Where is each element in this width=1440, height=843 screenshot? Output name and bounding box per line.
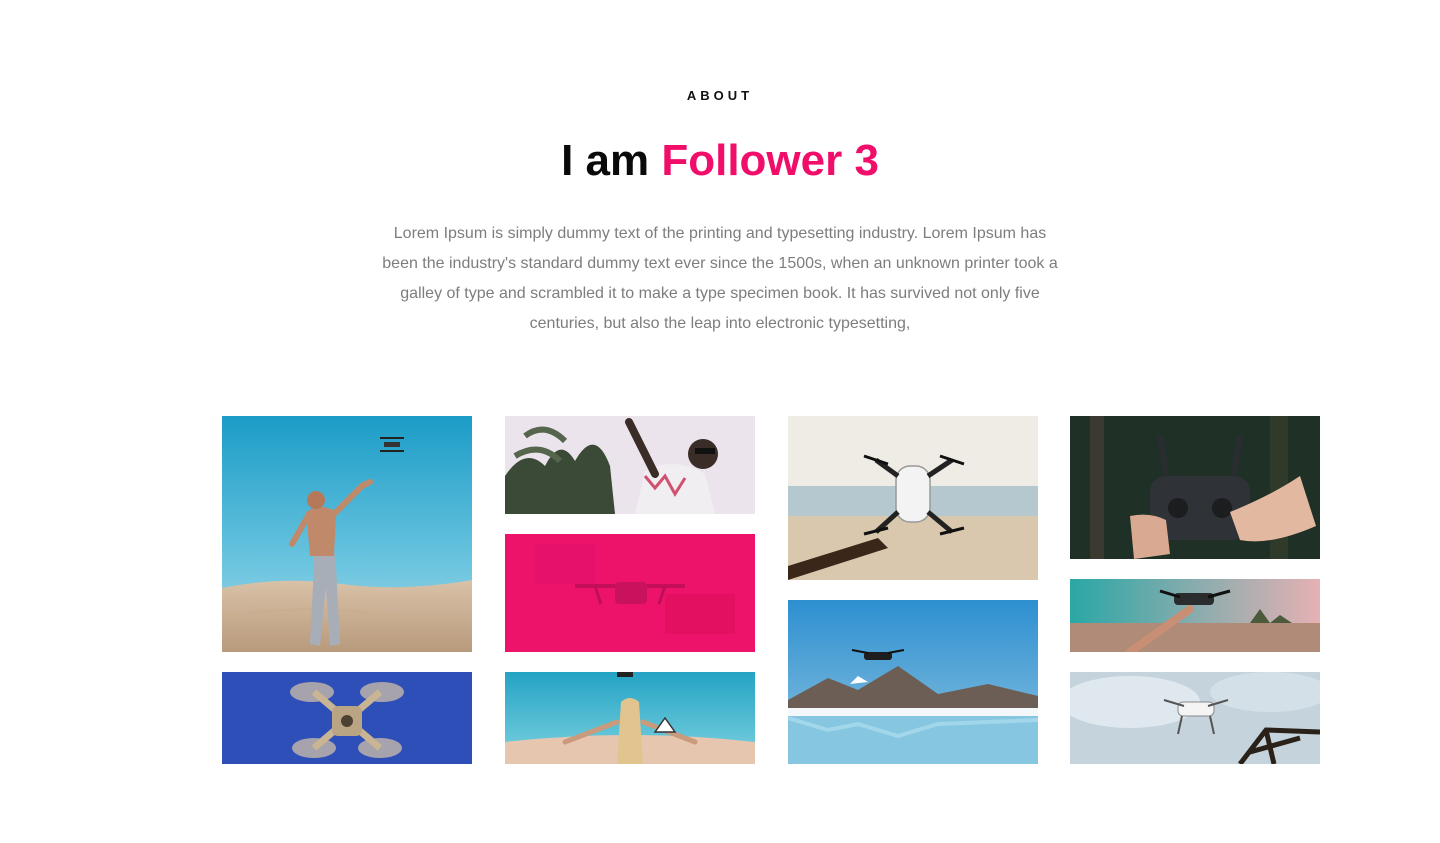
title-prefix: I am [561, 136, 662, 185]
section-eyebrow: ABOUT [686, 88, 754, 103]
desert-drone-image [222, 416, 472, 652]
section-title: I am Follower 3 [0, 136, 1440, 186]
photo-person-reaching[interactable] [505, 416, 755, 514]
sunset-drone-image [1070, 579, 1320, 652]
controller-image [1070, 416, 1320, 559]
photo-hand-holding-drone-sunset[interactable] [1070, 579, 1320, 652]
photo-drone-near-tower[interactable] [1070, 672, 1320, 764]
photo-drone-from-below[interactable] [222, 672, 472, 764]
photo-drone-pink-overlay[interactable] [505, 534, 755, 652]
pink-drone-image [505, 534, 755, 652]
intro-paragraph: Lorem Ipsum is simply dummy text of the … [382, 225, 1058, 332]
white-drone-image [788, 416, 1038, 580]
mountain-lake-image [788, 600, 1038, 764]
about-section: ABOUT I am Follower 3 Lorem Ipsum is sim… [0, 0, 1440, 843]
drone-below-image [222, 672, 472, 764]
photo-man-launching-drone[interactable] [222, 416, 472, 652]
palm-trees-image [505, 416, 755, 514]
photo-hand-holding-white-drone[interactable] [788, 416, 1038, 580]
photo-remote-controller[interactable] [1070, 416, 1320, 559]
photo-drone-over-mountain[interactable] [788, 600, 1038, 764]
cloudy-tower-image [1070, 672, 1320, 764]
title-accent: Follower 3 [661, 136, 879, 185]
photo-woman-at-beach[interactable] [505, 672, 755, 764]
beach-woman-image [505, 672, 755, 764]
